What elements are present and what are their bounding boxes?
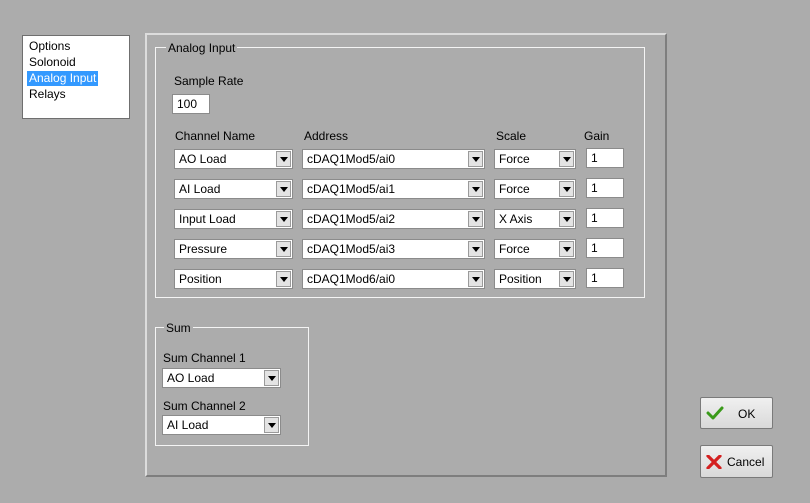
sum-channel-1-label: Sum Channel 1 xyxy=(163,351,246,365)
address-value: cDAQ1Mod5/ai2 xyxy=(307,212,396,226)
chevron-down-icon[interactable] xyxy=(276,181,291,197)
address-select[interactable]: cDAQ1Mod5/ai0 xyxy=(302,149,485,169)
gain-input[interactable]: 1 xyxy=(586,208,624,228)
channel-name-select[interactable]: Position xyxy=(174,269,293,289)
address-value: cDAQ1Mod5/ai0 xyxy=(307,152,396,166)
chevron-down-icon[interactable] xyxy=(559,271,574,287)
chevron-down-icon[interactable] xyxy=(559,151,574,167)
channel-name-header: Channel Name xyxy=(175,129,256,143)
address-header: Address xyxy=(304,129,349,143)
chevron-down-icon[interactable] xyxy=(264,370,279,386)
scale-value: X Axis xyxy=(499,212,533,226)
channel-name-value: Input Load xyxy=(179,212,236,226)
gain-input[interactable]: 1 xyxy=(586,268,624,288)
scale-select[interactable]: Position xyxy=(494,269,576,289)
scale-header: Scale xyxy=(496,129,527,143)
channel-name-select[interactable]: Input Load xyxy=(174,209,293,229)
channel-name-value: AO Load xyxy=(179,152,227,166)
address-select[interactable]: cDAQ1Mod5/ai3 xyxy=(302,239,485,259)
address-select[interactable]: cDAQ1Mod5/ai2 xyxy=(302,209,485,229)
sample-rate-label: Sample Rate xyxy=(174,74,244,88)
gain-input[interactable]: 1 xyxy=(586,148,624,168)
sum-channel-1-value: AO Load xyxy=(167,371,215,385)
chevron-down-icon[interactable] xyxy=(468,241,483,257)
chevron-down-icon[interactable] xyxy=(468,211,483,227)
chevron-down-icon[interactable] xyxy=(559,241,574,257)
address-value: cDAQ1Mod5/ai1 xyxy=(307,182,396,196)
ok-button-label: OK xyxy=(738,407,756,421)
scale-select[interactable]: X Axis xyxy=(494,209,576,229)
checkmark-icon xyxy=(706,406,724,423)
settings-nav-list[interactable]: Options Solonoid Analog Input Relays xyxy=(22,35,130,119)
channel-name-select[interactable]: AO Load xyxy=(174,149,293,169)
chevron-down-icon[interactable] xyxy=(276,151,291,167)
nav-item-relays[interactable]: Relays xyxy=(27,87,68,102)
gain-input[interactable]: 1 xyxy=(586,178,624,198)
address-select[interactable]: cDAQ1Mod5/ai1 xyxy=(302,179,485,199)
scale-value: Force xyxy=(499,182,530,196)
scale-value: Position xyxy=(499,272,542,286)
chevron-down-icon[interactable] xyxy=(276,211,291,227)
nav-item-analog-input[interactable]: Analog Input xyxy=(27,71,99,86)
chevron-down-icon[interactable] xyxy=(468,271,483,287)
chevron-down-icon[interactable] xyxy=(276,241,291,257)
cancel-button-label: Cancel xyxy=(727,455,765,469)
gain-header: Gain xyxy=(584,129,610,143)
sample-rate-input[interactable]: 100 xyxy=(172,94,210,114)
chevron-down-icon[interactable] xyxy=(264,417,279,433)
scale-select[interactable]: Force xyxy=(494,239,576,259)
address-value: cDAQ1Mod6/ai0 xyxy=(307,272,396,286)
chevron-down-icon[interactable] xyxy=(468,181,483,197)
address-value: cDAQ1Mod5/ai3 xyxy=(307,242,396,256)
sum-channel-2-select[interactable]: AI Load xyxy=(162,415,281,435)
chevron-down-icon[interactable] xyxy=(559,181,574,197)
gain-input[interactable]: 1 xyxy=(586,238,624,258)
scale-select[interactable]: Force xyxy=(494,179,576,199)
sum-channel-2-label: Sum Channel 2 xyxy=(163,399,246,413)
channel-name-value: AI Load xyxy=(179,182,221,196)
channel-name-value: Position xyxy=(179,272,222,286)
sum-channel-2-value: AI Load xyxy=(167,418,209,432)
channel-name-select[interactable]: AI Load xyxy=(174,179,293,199)
chevron-down-icon[interactable] xyxy=(559,211,574,227)
scale-value: Force xyxy=(499,152,530,166)
ok-button[interactable]: OK xyxy=(700,397,773,429)
sum-channel-1-select[interactable]: AO Load xyxy=(162,368,281,388)
address-select[interactable]: cDAQ1Mod6/ai0 xyxy=(302,269,485,289)
cancel-button[interactable]: Cancel xyxy=(700,445,773,478)
analog-input-group-title: Analog Input xyxy=(166,41,238,55)
sum-group-title: Sum xyxy=(164,321,193,335)
x-icon xyxy=(706,454,722,472)
chevron-down-icon[interactable] xyxy=(276,271,291,287)
channel-name-value: Pressure xyxy=(179,242,228,256)
nav-item-solonoid[interactable]: Solonoid xyxy=(27,55,78,70)
chevron-down-icon[interactable] xyxy=(468,151,483,167)
scale-select[interactable]: Force xyxy=(494,149,576,169)
nav-item-options[interactable]: Options xyxy=(27,39,72,54)
scale-value: Force xyxy=(499,242,530,256)
channel-name-select[interactable]: Pressure xyxy=(174,239,293,259)
